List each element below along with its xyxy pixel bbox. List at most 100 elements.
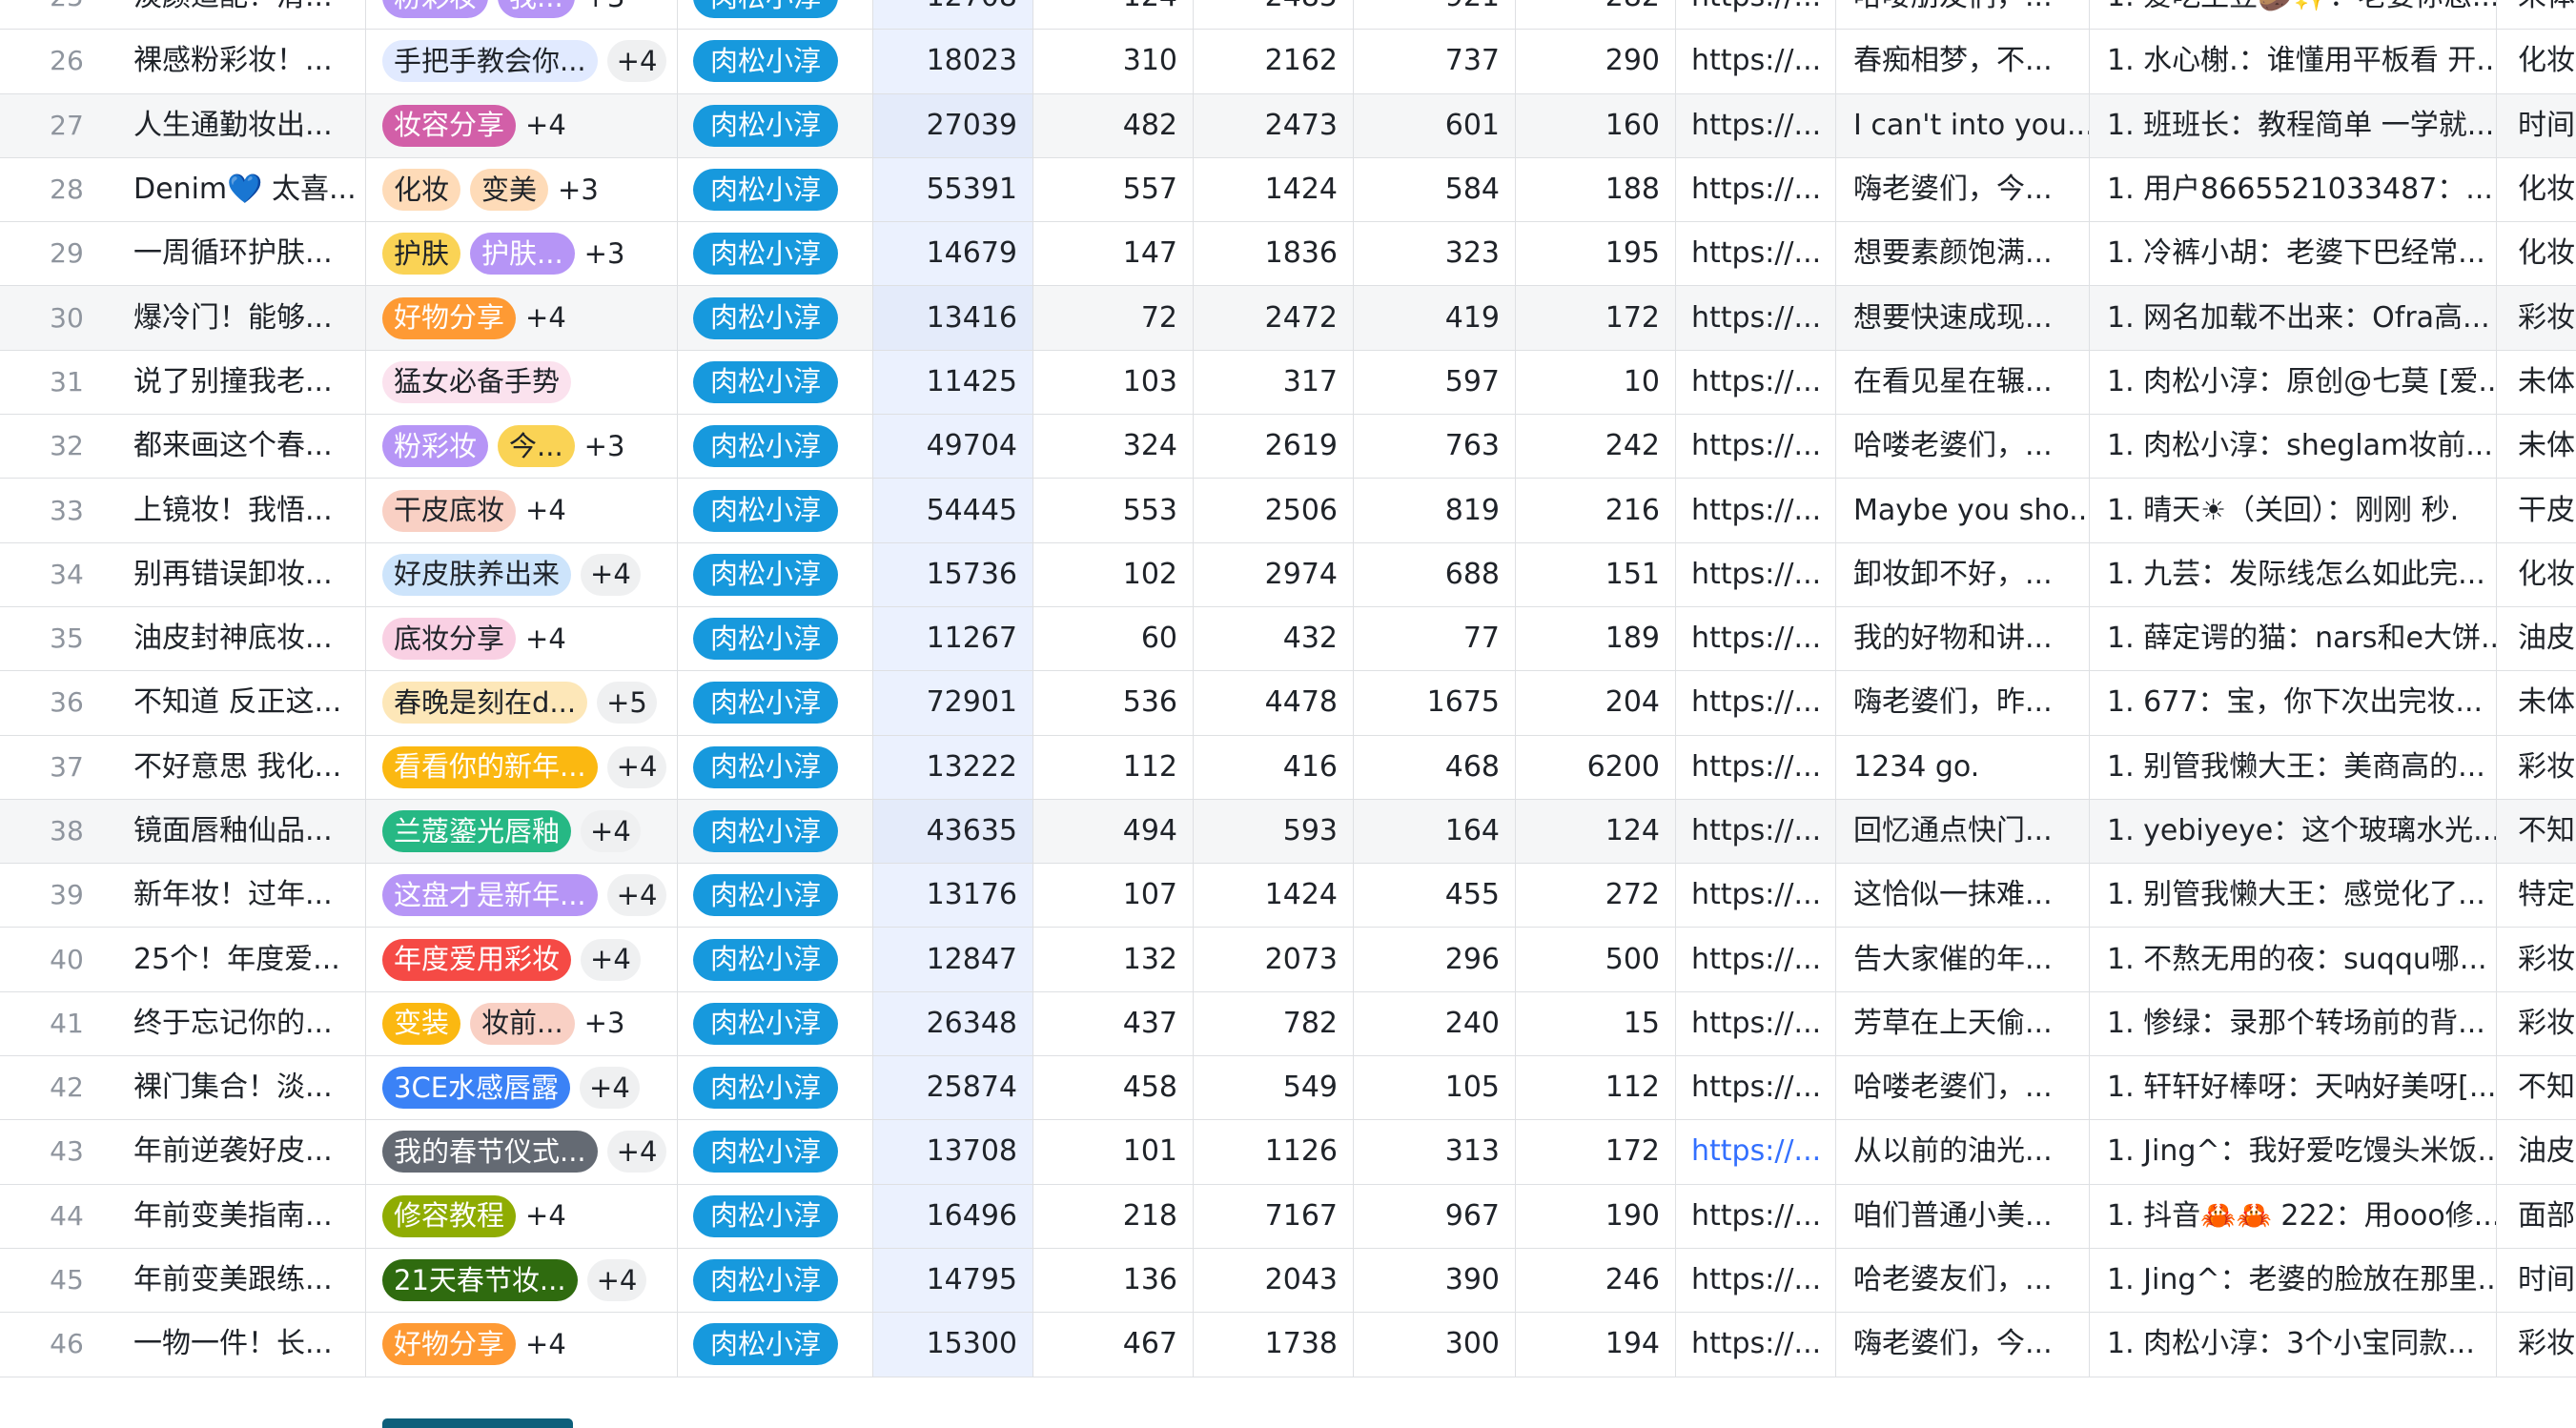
author-cell[interactable]: 肉松小淳 [678,799,873,864]
url-cell[interactable]: https://... [1676,1184,1836,1248]
table-row[interactable]: 43 年前逆袭好皮... 我的春节仪式... +4 肉松小淳 13708 101 1126 31… [0,1120,2576,1185]
category-cell[interactable]: 时间 [2497,1249,2576,1312]
description-cell[interactable]: 嗨老婆们，今... [1836,1313,2090,1377]
author-cell[interactable]: 肉松小淳 [678,671,873,735]
description-cell[interactable]: 哈喽老婆们，... [1836,415,2090,479]
category-cell[interactable]: 彩妆 [2497,1313,2576,1376]
title-cell[interactable]: 一周循环护肤... [133,222,366,286]
table-row[interactable]: 40 25个！年度爱... 年度爱用彩妆 +4 肉松小淳 12847 132 2073 296 5… [0,928,2576,992]
category-cell[interactable]: 不知 [2497,800,2576,863]
metric-cell-4[interactable]: 164 [1354,799,1516,864]
more-tags-count[interactable]: +3 [558,175,599,204]
tag-pill[interactable]: 变装 [382,1002,461,1045]
metric-cell-5[interactable]: 151 [1516,542,1676,606]
author-pill[interactable]: 肉松小淳 [693,810,839,852]
table-row[interactable]: 37 不好意思 我化... 看看你的新年... +4 肉松小淳 13222 112 416 46… [0,735,2576,800]
metric-cell-1[interactable]: 26348 [873,991,1033,1056]
metric-cell-2[interactable]: 494 [1033,799,1194,864]
more-tags-count[interactable]: +3 [584,432,625,460]
author-pill[interactable]: 肉松小淳 [693,1131,839,1173]
tags-cell[interactable]: 3CE水感唇露 +4 [366,1056,678,1120]
metric-cell-5[interactable]: 272 [1516,864,1676,928]
metric-cell-3[interactable]: 4478 [1194,671,1354,735]
metric-cell-1[interactable]: 54445 [873,479,1033,542]
metric-cell-2[interactable]: 147 [1033,222,1194,286]
table-row[interactable]: 36 不知道 反正这... 春晚是刻在d... +5 肉松小淳 72901 536 4478 1… [0,671,2576,736]
metric-cell-1[interactable]: 11267 [873,606,1033,671]
description-cell[interactable]: 嗨老婆们，今... [1836,157,2090,222]
author-cell[interactable]: 肉松小淳 [678,350,873,415]
tags-cell[interactable]: 底妆分享 +4 [366,606,678,671]
metric-cell-5[interactable]: 194 [1516,1313,1676,1377]
tag-pill[interactable]: 我... [498,0,575,19]
category-cell[interactable]: 干皮 [2497,479,2576,541]
category-cell[interactable]: 未体 [2497,0,2576,29]
comment-cell[interactable]: 1. 冷裤小胡：老婆下巴经常... [2090,222,2497,286]
title-cell[interactable]: 油皮封神底妆... [133,606,366,671]
metric-cell-2[interactable]: 553 [1033,479,1194,542]
tags-cell[interactable]: 好物分享 +4 [366,1313,678,1377]
more-tags-count[interactable]: +4 [581,810,641,852]
tag-pill[interactable]: 猛女必备手势 [382,360,572,403]
more-tags-count[interactable]: +4 [581,553,641,596]
metric-cell-5[interactable]: 10 [1516,350,1676,415]
comment-cell[interactable]: 1. Jing^：我好爱吃馒头米饭... [2090,1120,2497,1184]
metric-cell-4[interactable]: 601 [1354,93,1516,157]
comment-cell[interactable]: 1. 班班长：教程简单 一学就... [2090,93,2497,157]
author-pill[interactable]: 肉松小淳 [693,553,839,596]
metric-cell-4[interactable]: 468 [1354,735,1516,799]
url-cell[interactable]: https://... [1676,0,1836,30]
comment-cell[interactable]: 1. 肉松小淳：3个小宝同款... [2090,1313,2497,1377]
comment-cell[interactable]: 1. 网名加载不出来：Ofra高... [2090,286,2497,350]
author-cell[interactable]: 肉松小淳 [678,93,873,157]
tags-cell[interactable]: 好皮肤养出来 +4 [366,542,678,606]
more-tags-count[interactable]: +4 [606,1131,667,1173]
category-cell[interactable]: 时间 [2497,94,2576,157]
author-cell[interactable]: 肉松小淳 [678,1313,873,1377]
tag-pill[interactable]: 护肤... [470,233,575,275]
table-row[interactable]: 45 年前变美跟练... 21天春节妆... +4 肉松小淳 14795 136 2043 39… [0,1248,2576,1314]
metric-cell-1[interactable]: 11425 [873,350,1033,415]
metric-cell-1[interactable]: 43635 [873,799,1033,864]
comment-cell[interactable]: 1. 爱吃土豆🥔✨：老婆你怎... [2090,0,2497,30]
tags-cell[interactable]: 化妆 变美 +3 [366,157,678,222]
table-row[interactable]: 35 油皮封神底妆... 底妆分享 +4 肉松小淳 11267 60 432 77 189 http… [0,606,2576,672]
tag-pill[interactable]: 21天春节妆... [382,1259,578,1302]
description-cell[interactable]: 想要素颜饱满... [1836,222,2090,286]
metric-cell-5[interactable]: 195 [1516,222,1676,286]
metric-cell-2[interactable]: 482 [1033,93,1194,157]
url-cell[interactable]: https://... [1676,1248,1836,1313]
author-cell[interactable]: 肉松小淳 [678,479,873,542]
category-cell[interactable]: 化妆 [2497,158,2576,221]
more-tags-count[interactable]: +4 [525,624,566,653]
metric-cell-4[interactable]: 921 [1354,0,1516,30]
metric-cell-1[interactable]: 49704 [873,415,1033,479]
description-cell[interactable]: 在看见星在辗... [1836,350,2090,415]
author-cell[interactable]: 肉松小淳 [678,1184,873,1248]
metric-cell-4[interactable]: 967 [1354,1184,1516,1248]
metric-cell-3[interactable]: 1738 [1194,1313,1354,1377]
description-cell[interactable]: 想要快速成现... [1836,286,2090,350]
metric-cell-3[interactable]: 1836 [1194,222,1354,286]
title-cell[interactable]: 裸门集合！淡... [133,1056,366,1120]
url-cell[interactable]: https://... [1676,93,1836,157]
title-cell[interactable]: 说了别撞我老... [133,350,366,415]
author-cell[interactable]: 肉松小淳 [678,542,873,606]
table-row[interactable]: 38 镜面唇釉仙品... 兰蔻鎏光唇釉 +4 肉松小淳 43635 494 593 164 124… [0,799,2576,865]
metric-cell-5[interactable]: 204 [1516,671,1676,735]
category-cell[interactable]: 化妆 [2497,30,2576,92]
more-tags-count[interactable]: +4 [525,304,566,332]
title-cell[interactable]: 镜面唇釉仙品... [133,799,366,864]
url-cell[interactable]: https://... [1676,542,1836,606]
metric-cell-4[interactable]: 737 [1354,30,1516,93]
metric-cell-3[interactable]: 549 [1194,1056,1354,1120]
tags-cell[interactable]: 看看你的新年... +4 [366,735,678,799]
tags-cell[interactable]: 兰蔻鎏光唇釉 +4 [366,799,678,864]
table-row[interactable]: 46 一物一件！长... 好物分享 +4 肉松小淳 15300 467 1738 300 194 h… [0,1313,2576,1377]
metric-cell-5[interactable]: 290 [1516,30,1676,93]
tag-pill[interactable]: 修容教程 [382,1194,517,1237]
metric-cell-1[interactable]: 14679 [873,222,1033,286]
more-tags-count[interactable]: +4 [580,1067,640,1110]
tag-pill[interactable]: 化妆 [382,169,461,212]
more-tags-count[interactable]: +3 [584,239,625,268]
